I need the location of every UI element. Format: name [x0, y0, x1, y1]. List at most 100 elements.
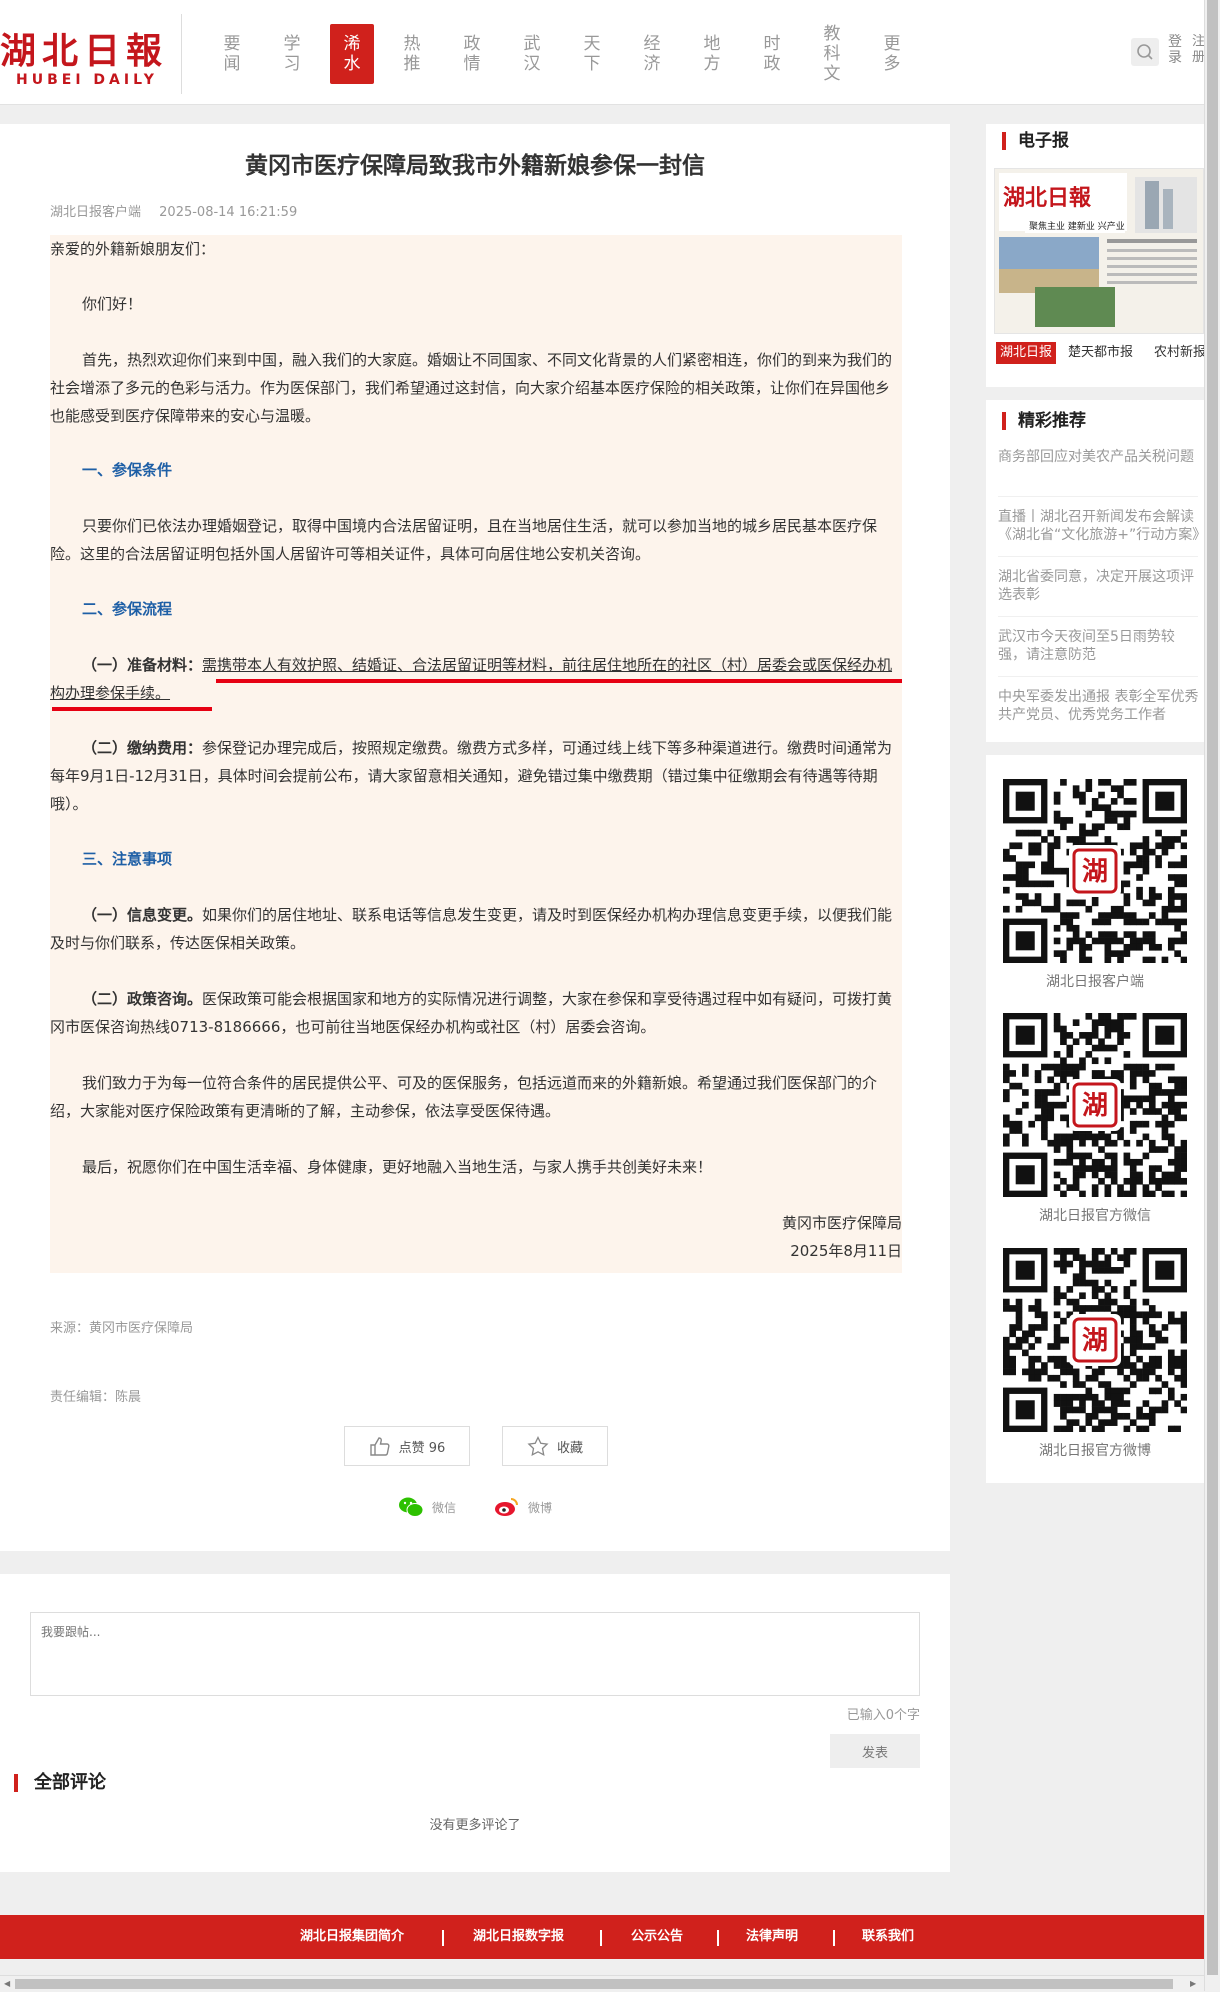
closing-paragraph: 最后，祝愿你们在中国生活幸福、身体健康，更好地融入当地生活，与家人携手共创美好未… — [82, 1158, 713, 1176]
qr-logo-text: 湖 — [1082, 1326, 1108, 1356]
submit-comment-button[interactable]: 发表 — [830, 1734, 920, 1768]
nav-item-label: 学习 — [283, 34, 301, 74]
recommend-divider — [998, 556, 1198, 557]
qr-logo-text: 湖 — [1082, 1091, 1108, 1121]
footer-link[interactable]: 湖北日报集团简介 — [300, 1915, 404, 1959]
nav-item-label: 教科文 — [823, 24, 841, 84]
epaper-header: 湖北日報 — [1003, 185, 1092, 211]
newspaper-image: 湖北日報 聚焦主业 建新业 兴产业 — [995, 169, 1203, 333]
qr-code-image: 湖 — [1003, 1013, 1187, 1197]
nav-item[interactable]: 地方 — [690, 24, 734, 84]
nav-item-label: 要闻 — [223, 34, 241, 74]
recommend-item[interactable]: 直播丨湖北召开新闻发布会解读《湖北省“文化旅游+”行动方案》 — [998, 508, 1202, 546]
char-counter: 已输入0个字 — [846, 1708, 920, 1723]
article-title: 黄冈市医疗保障局致我市外籍新娘参保一封信 — [245, 153, 705, 179]
share-weibo[interactable]: 微博 — [494, 1496, 552, 1518]
footer-link[interactable]: 联系我们 — [862, 1915, 914, 1959]
comment-input[interactable] — [30, 1612, 920, 1696]
share-weibo-label: 微博 — [528, 1500, 553, 1515]
logo-english: HUBEI DAILY — [16, 72, 158, 88]
recommend-item[interactable]: 湖北省委同意，决定开展这项评选表彰 — [998, 568, 1202, 606]
recommend-item[interactable]: 商务部回应对美农产品关税问题 — [998, 448, 1202, 486]
nav-item[interactable]: 要闻 — [210, 24, 254, 84]
qr-code-image: 湖 — [1003, 1248, 1187, 1432]
epaper-thumbnail[interactable]: 湖北日報 聚焦主业 建新业 兴产业 — [994, 168, 1204, 334]
all-comments-title: 全部评论 — [14, 1774, 106, 1792]
share-wechat-label: 微信 — [432, 1500, 457, 1515]
logo-chinese: 湖北日報 — [0, 30, 169, 72]
nav-item-label: 热推 — [403, 34, 421, 74]
commitment-paragraph: 我们致力于为每一位符合条件的居民提供公平、可及的医保服务，包括远道而来的外籍新娘… — [50, 1074, 878, 1120]
qr-code-image: 湖 — [1003, 779, 1187, 963]
nav-item-label: 地方 — [703, 34, 721, 74]
article-source: 来源：黄冈市医疗保障局 — [50, 1321, 194, 1336]
search-button[interactable] — [1131, 38, 1159, 66]
weibo-icon — [495, 1498, 518, 1516]
epaper-tab[interactable]: 湖北日报 — [996, 342, 1057, 364]
nav-item[interactable]: 武汉 — [510, 24, 554, 84]
qr-panel: 湖湖北日报客户端湖湖北日报官方微信湖湖北日报官方微博 — [986, 755, 1204, 1483]
nav-item[interactable]: 政情 — [450, 24, 494, 84]
signature: 黄冈市医疗保障局 — [781, 1214, 902, 1232]
recommend-item[interactable]: 中央军委发出通报 表彰全军优秀共产党员、优秀党务工作者 — [998, 688, 1202, 726]
letter-body: 亲爱的外籍新娘朋友们： 你们好！ 首先，热烈欢迎你们来到中国，融入我们的大家庭。… — [50, 235, 902, 1273]
footer-divider — [442, 1930, 444, 1946]
recommend-divider — [998, 676, 1198, 677]
favorite-button[interactable]: 收藏 — [502, 1426, 608, 1466]
no-more-comments: 没有更多评论了 — [429, 1818, 521, 1833]
nav-item-label: 浠水 — [343, 34, 361, 74]
footer-bar: 湖北日报集团简介 湖北日报数字报 公示公告 法律声明 联系我们 — [0, 1915, 1204, 1959]
wechat-icon — [399, 1497, 424, 1517]
nav-item[interactable]: 天下 — [570, 24, 614, 84]
nav-item-label: 武汉 — [523, 34, 541, 74]
vertical-scroll-thumb[interactable] — [1207, 0, 1218, 1975]
like-button[interactable]: 点赞 96 — [344, 1426, 470, 1466]
footer-divider — [717, 1930, 719, 1946]
item-label: （二）政策咨询。 — [82, 990, 203, 1008]
horizontal-scroll-thumb[interactable] — [15, 1979, 1173, 1989]
nav-item[interactable]: 更多 — [870, 24, 914, 84]
share-wechat[interactable]: 微信 — [398, 1496, 456, 1518]
nav-item-label: 更多 — [883, 34, 901, 74]
item-label: （一）准备材料： — [82, 656, 203, 674]
article-editor: 责任编辑：陈晨 — [50, 1390, 142, 1405]
salutation: 亲爱的外籍新娘朋友们： — [50, 240, 216, 258]
recommend-panel: 精彩推荐 商务部回应对美农产品关税问题 直播丨湖北召开新闻发布会解读《湖北省“文化… — [986, 400, 1204, 742]
star-icon — [527, 1436, 549, 1456]
nav-item[interactable]: 热推 — [390, 24, 434, 84]
qr-label: 湖北日报官方微博 — [1039, 1443, 1151, 1459]
recommend-title: 精彩推荐 — [1002, 412, 1086, 430]
recommend-divider — [998, 616, 1198, 617]
footer-link[interactable]: 公示公告 — [631, 1915, 683, 1959]
scroll-right-icon[interactable]: ▶ — [1190, 1979, 1196, 1988]
item-label: （一）信息变更。 — [82, 906, 203, 924]
recommend-item[interactable]: 武汉市今天夜间至5日雨势较强，请注意防范 — [998, 628, 1202, 666]
footer-link[interactable]: 湖北日报数字报 — [473, 1915, 564, 1959]
nav-item-label: 政情 — [463, 34, 481, 74]
recommend-divider — [998, 496, 1198, 497]
item-label: （二）缴纳费用： — [82, 739, 203, 757]
intro-paragraph: 首先，热烈欢迎你们来到中国，融入我们的大家庭。婚姻让不同国家、不同文化背景的人们… — [50, 351, 893, 425]
logo-divider — [181, 14, 182, 94]
nav-item[interactable]: 经济 — [630, 24, 674, 84]
nav-item[interactable]: 教科文 — [810, 24, 854, 84]
nav-item[interactable]: 浠水 — [330, 24, 374, 84]
horizontal-scrollbar[interactable]: ◀ ▶ — [0, 1975, 1204, 1992]
section-paragraph: （二）政策咨询。医保政策可能会根据国家和地方的实际情况进行调整，大家在参保和享受… — [50, 985, 902, 1041]
section-paragraph: （二）缴纳费用：参保登记办理完成后，按照规定缴费。缴费方式多样，可通过线上线下等… — [50, 734, 902, 818]
nav-item-label: 经济 — [643, 34, 661, 74]
register-link[interactable]: 注册 — [1192, 34, 1204, 70]
epaper-tab[interactable]: 楚天都市报 — [1064, 342, 1137, 364]
nav-item[interactable]: 学习 — [270, 24, 314, 84]
login-link[interactable]: 登录 — [1168, 34, 1186, 66]
epaper-tab[interactable]: 农村新报 — [1150, 342, 1210, 364]
like-label: 点赞 96 — [398, 1440, 446, 1456]
vertical-scrollbar[interactable] — [1204, 0, 1220, 1991]
nav-item[interactable]: 时政 — [750, 24, 794, 84]
scroll-left-icon[interactable]: ◀ — [4, 1979, 10, 1988]
qr-logo-text: 湖 — [1082, 857, 1108, 887]
footer-link[interactable]: 法律声明 — [746, 1915, 798, 1959]
site-logo[interactable]: 湖北日報 HUBEI DAILY — [0, 22, 168, 92]
footer-divider — [600, 1930, 602, 1946]
red-underline — [52, 707, 212, 711]
